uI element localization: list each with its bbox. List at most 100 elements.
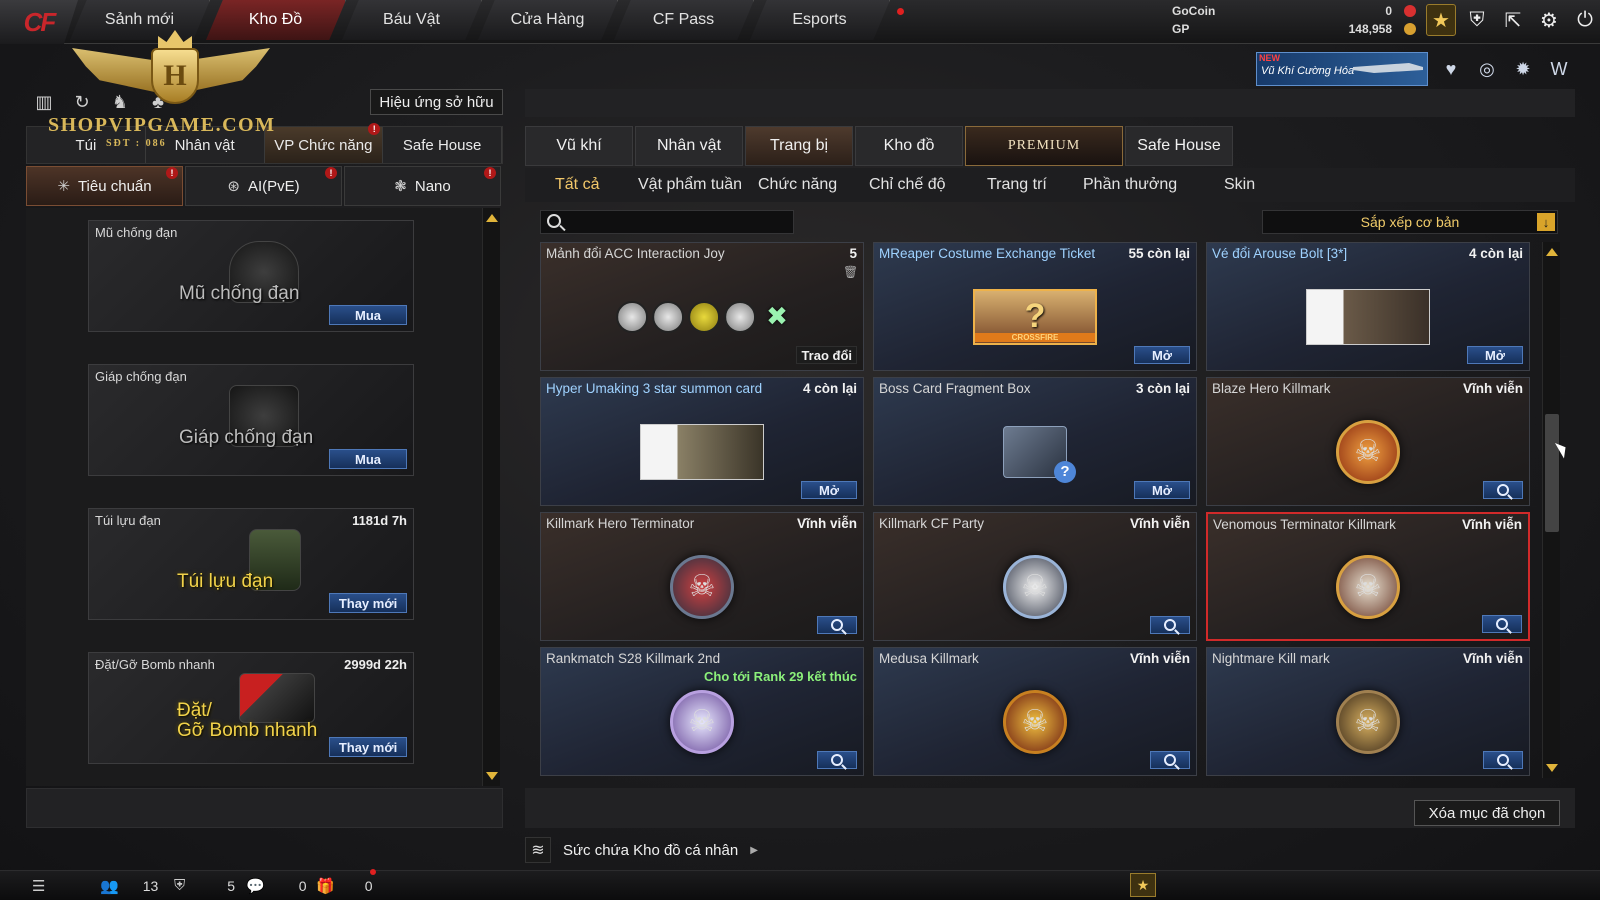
item-expiry-note: Cho tới Rank 29 kết thúc xyxy=(704,669,857,684)
preview-button[interactable] xyxy=(1483,481,1523,499)
refresh-icon[interactable]: ↻ xyxy=(70,90,94,114)
category-decoration[interactable]: Trang trí xyxy=(987,176,1047,194)
friends-button[interactable]: 👥 13 xyxy=(100,877,158,895)
category-mode-only[interactable]: Chỉ chế độ xyxy=(869,176,946,194)
preview-button[interactable] xyxy=(1150,616,1190,634)
chevron-right-icon[interactable]: ▶ xyxy=(750,845,758,856)
inventory-item-card[interactable]: MReaper Costume Exchange Ticket 55 còn l… xyxy=(873,242,1197,371)
renew-button[interactable]: Thay mới xyxy=(329,737,407,757)
left-scrollbar[interactable] xyxy=(482,208,500,786)
subtab-nano[interactable]: ❃ Nano! xyxy=(344,166,501,206)
inventory-item-card[interactable]: Killmark CF Party Vĩnh viễn ☠ xyxy=(873,512,1197,641)
category-all[interactable]: Tất cả xyxy=(555,176,599,194)
left-tab-function-vp[interactable]: VP Chức năng! xyxy=(264,123,384,163)
nav-tab-lobby[interactable]: Sảnh mới xyxy=(70,0,210,40)
item-name: Mũ chống đạn xyxy=(95,225,178,240)
scroll-up-icon[interactable] xyxy=(1546,248,1558,256)
function-item-card[interactable]: Đặt/Gỡ Bomb nhanh 2999d 22h Đặt/ Gỡ Bomb… xyxy=(88,652,414,764)
tab-equipment[interactable]: Trang bị xyxy=(745,126,853,166)
clan-button[interactable]: ⛨ 5 xyxy=(174,877,235,894)
left-tab-safe-house[interactable]: Safe House xyxy=(383,127,502,163)
inventory-item-card[interactable]: Venomous Terminator Killmark Vĩnh viễn ☠ xyxy=(1206,512,1530,641)
item-art-text: Giáp chống đạn xyxy=(179,427,314,448)
inventory-item-card[interactable]: Mảnh đổi ACC Interaction Joy 5 🗑 ✖ Trao … xyxy=(540,242,864,371)
function-item-card[interactable]: Túi lựu đạn 1181d 7h Túi lựu đạn Thay mớ… xyxy=(88,508,414,620)
w-emblem-icon[interactable]: W xyxy=(1544,54,1574,84)
left-tab-character[interactable]: Nhân vật xyxy=(146,127,265,163)
pet-icon[interactable]: ♣ xyxy=(146,90,170,114)
nav-tab-cf-pass[interactable]: CF Pass xyxy=(614,0,754,40)
inventory-item-card[interactable]: Medusa Killmark Vĩnh viễn ☠ xyxy=(873,647,1197,776)
tab-weapons[interactable]: Vũ khí xyxy=(525,126,633,166)
inventory-item-card[interactable]: Boss Card Fragment Box 3 còn lại ? Mở xyxy=(873,377,1197,506)
open-button[interactable]: Mở xyxy=(1134,346,1190,364)
v-emblem-icon[interactable]: ♥ xyxy=(1436,54,1466,84)
preview-button[interactable] xyxy=(817,616,857,634)
inventory-scrollbar[interactable] xyxy=(1542,242,1560,778)
storage-capacity[interactable]: ≋ Sức chứa Kho đồ cá nhân ▶ xyxy=(525,834,758,866)
scroll-down-icon[interactable] xyxy=(1546,764,1558,772)
inventory-item-card[interactable]: Blaze Hero Killmark Vĩnh viễn ☠ xyxy=(1206,377,1530,506)
killmark-icon: ☠ xyxy=(1003,689,1067,754)
nav-tab-treasure[interactable]: Báu Vật xyxy=(342,0,482,40)
subtab-standard[interactable]: ✳ Tiêu chuẩn! xyxy=(26,166,183,206)
exit-icon[interactable]: ⇱ xyxy=(1498,4,1528,36)
renew-button[interactable]: Thay mới xyxy=(329,593,407,613)
buy-button[interactable]: Mua xyxy=(329,305,407,325)
preview-button[interactable] xyxy=(1482,615,1522,633)
left-tab-label: VP Chức năng xyxy=(274,136,373,154)
preview-button[interactable] xyxy=(1483,751,1523,769)
preview-button[interactable] xyxy=(1150,751,1190,769)
sort-dropdown[interactable]: Sắp xếp cơ bản ↓ xyxy=(1262,210,1558,234)
inventory-item-card[interactable]: Rankmatch S28 Killmark 2nd Cho tới Rank … xyxy=(540,647,864,776)
function-item-card[interactable]: Mũ chống đạn Mũ chống đạn Mua xyxy=(88,220,414,332)
clear-selected-button[interactable]: Xóa mục đã chọn xyxy=(1414,800,1560,826)
rank-icon[interactable]: ★ xyxy=(1426,4,1456,36)
shield-icon[interactable]: ⛨ xyxy=(1462,4,1492,36)
character-icon[interactable]: ♞ xyxy=(108,90,132,114)
owned-effects-button[interactable]: Hiệu ứng sở hữu xyxy=(370,89,503,115)
stats-icon[interactable]: ▥ xyxy=(32,90,56,114)
gear-icon[interactable]: ⚙ xyxy=(1534,4,1564,36)
power-icon[interactable]: ⏻ xyxy=(1570,4,1600,36)
globe-emblem-icon[interactable]: ◎ xyxy=(1472,54,1502,84)
promo-banner[interactable]: NEW Vũ Khí Cường Hóa xyxy=(1256,52,1428,86)
trade-button[interactable]: Trao đổi xyxy=(796,346,857,364)
inventory-item-card[interactable]: Vé đổi Arouse Bolt [3*] 4 còn lại Mở xyxy=(1206,242,1530,371)
tab-storage[interactable]: Kho đồ xyxy=(855,126,963,166)
inventory-item-card[interactable]: Nightmare Kill mark Vĩnh viễn ☠ xyxy=(1206,647,1530,776)
function-item-card[interactable]: Giáp chống đạn Giáp chống đạn Mua xyxy=(88,364,414,476)
inventory-item-card[interactable]: Hyper Umaking 3 star summon card 4 còn l… xyxy=(540,377,864,506)
left-tab-bag[interactable]: Túi xyxy=(27,127,146,163)
open-button[interactable]: Mở xyxy=(1467,346,1523,364)
preview-button[interactable] xyxy=(817,751,857,769)
nav-tab-inventory[interactable]: Kho Đồ xyxy=(206,0,346,40)
open-button[interactable]: Mở xyxy=(801,481,857,499)
crossfire-logo[interactable]: CF xyxy=(0,0,78,44)
trash-icon[interactable]: 🗑 xyxy=(843,265,858,279)
rank-badge-icon[interactable]: ★ xyxy=(1130,873,1156,897)
category-skin[interactable]: Skin xyxy=(1224,176,1255,194)
nav-tab-esports[interactable]: Esports xyxy=(750,0,890,40)
subtab-ai-pve[interactable]: ⊛ AI(PvE)! xyxy=(185,166,342,206)
scroll-up-icon[interactable] xyxy=(486,214,498,222)
burst-emblem-icon[interactable]: ✹ xyxy=(1508,54,1538,84)
search-input[interactable] xyxy=(569,213,789,231)
chevron-down-icon[interactable]: ↓ xyxy=(1537,213,1555,231)
tab-characters[interactable]: Nhân vật xyxy=(635,126,743,166)
tab-premium[interactable]: PREMIUM xyxy=(965,126,1123,166)
inventory-item-card[interactable]: Killmark Hero Terminator Vĩnh viễn ☠ xyxy=(540,512,864,641)
nav-tab-shop[interactable]: Cửa Hàng xyxy=(478,0,618,40)
open-button[interactable]: Mở xyxy=(1134,481,1190,499)
category-weekly[interactable]: Vật phẩm tuần xyxy=(638,176,742,194)
category-rewards[interactable]: Phần thưởng xyxy=(1083,176,1177,194)
buy-button[interactable]: Mua xyxy=(329,449,407,469)
gift-button[interactable]: 🎁 0 xyxy=(316,877,372,895)
scroll-down-icon[interactable] xyxy=(486,772,498,780)
category-function[interactable]: Chức năng xyxy=(758,176,837,194)
menu-list-button[interactable]: ☰ xyxy=(32,877,53,895)
scroll-thumb[interactable] xyxy=(1545,414,1559,532)
chat-button[interactable]: 💬 0 xyxy=(246,877,306,895)
tab-safe-house[interactable]: Safe House xyxy=(1125,126,1233,166)
item-quantity: 4 còn lại xyxy=(1468,246,1523,261)
